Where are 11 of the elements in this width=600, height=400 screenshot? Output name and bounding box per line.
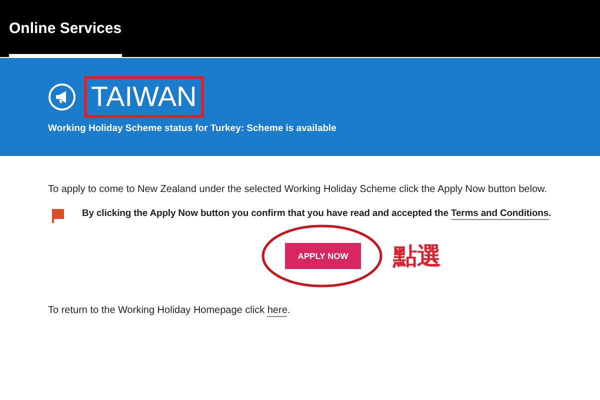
country-title: TAIWAN — [90, 81, 198, 113]
consent-text: By clicking the Apply Now button you confirm that you have read and accepted the Terms and Conditions. — [82, 207, 552, 222]
annotation-label: 點選 — [393, 245, 441, 269]
link[interactable]: here — [267, 305, 288, 318]
megaphone-icon — [48, 83, 76, 111]
intro-text: To apply to come to New Zealand under the selected Working Holiday Scheme click the Apply Now button below. — [48, 183, 548, 197]
link[interactable]: Terms and Conditions — [450, 208, 549, 220]
apply-now-button[interactable]: APPLY NOW — [285, 243, 361, 270]
flag-icon — [52, 209, 64, 223]
status-text: Working Holiday Scheme status for Turkey: Scheme is available — [48, 122, 338, 136]
return-text: To return to the Working Holiday Homepage click here. — [48, 304, 292, 318]
